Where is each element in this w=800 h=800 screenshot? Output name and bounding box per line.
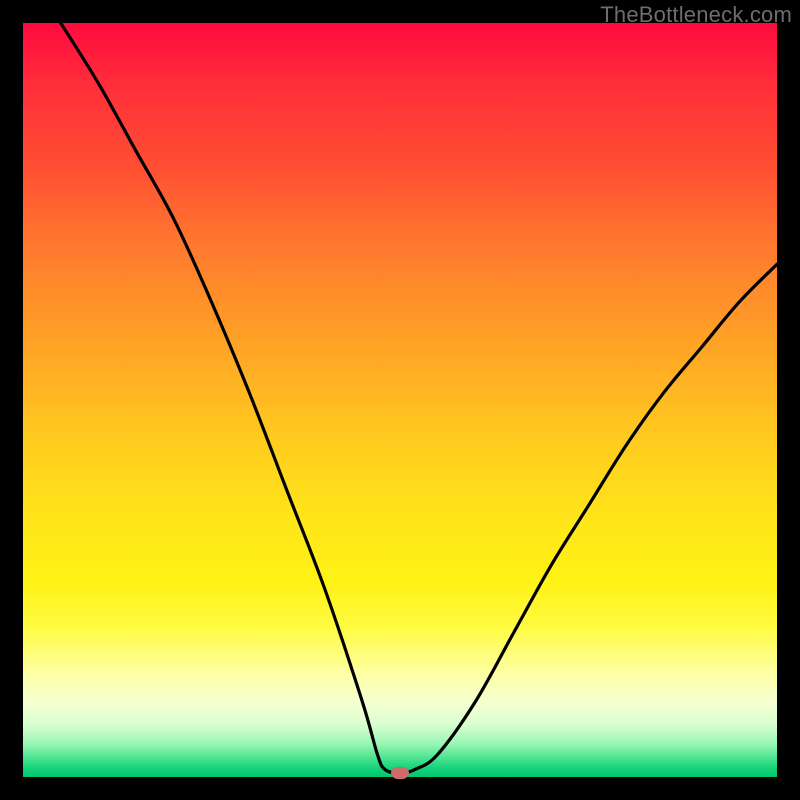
- chart-frame: TheBottleneck.com: [0, 0, 800, 800]
- optimum-marker: [391, 767, 409, 779]
- line-series: [23, 23, 777, 777]
- watermark-text: TheBottleneck.com: [600, 2, 792, 28]
- plot-area: [23, 23, 777, 777]
